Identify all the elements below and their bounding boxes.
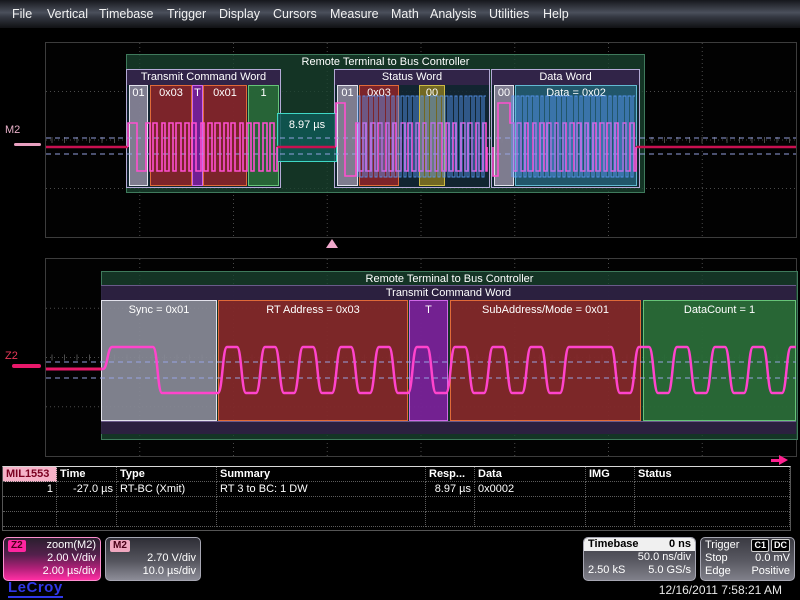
datetime-stamp: 12/16/2011 7:58:21 AM xyxy=(659,583,782,597)
decode-word-title-band: Transmit Command Word xyxy=(101,285,796,301)
upper-waveform-grid: Remote Terminal to Bus Controller Transm… xyxy=(45,42,797,238)
col-summary: Summary xyxy=(217,467,426,482)
decode-region-title: Remote Terminal to Bus Controller xyxy=(127,55,644,69)
menu-math[interactable]: Math xyxy=(391,7,419,21)
field-rt-address: 0x03 xyxy=(150,85,192,186)
timebase-samples: 2.50 kS xyxy=(588,564,625,577)
table-cell-time[interactable]: -27.0 µs xyxy=(57,482,117,497)
decode-word-data: Data Word 00 Data = 0x02 xyxy=(491,69,640,188)
decode-word-bottom-band xyxy=(101,421,796,434)
field-rt-address: 0x03 xyxy=(359,85,399,186)
menu-cursors[interactable]: Cursors xyxy=(273,7,317,21)
menu-measure[interactable]: Measure xyxy=(330,7,379,21)
field-datacount: DataCount = 1 xyxy=(643,300,796,421)
menu-analysis[interactable]: Analysis xyxy=(430,7,477,21)
field-subaddress: SubAddress/Mode = 0x01 xyxy=(450,300,641,421)
word-title: Data Word xyxy=(492,70,639,85)
trigger-mode: Stop xyxy=(705,552,728,565)
menu-vertical[interactable]: Vertical xyxy=(47,7,88,21)
timebase-tdiv: 50.0 ns/div xyxy=(588,551,691,564)
z2-source-label: zoom(M2) xyxy=(26,539,96,552)
trigger-slope: Positive xyxy=(751,565,790,578)
timebase-title: Timebase xyxy=(588,538,639,551)
field-datacount: 1 xyxy=(248,85,279,186)
menu-trigger[interactable]: Trigger xyxy=(167,7,206,21)
table-empty-cell xyxy=(3,497,57,512)
field-data-value: Data = 0x02 xyxy=(515,85,637,186)
oscilloscope-screen: File Vertical Timebase Trigger Display C… xyxy=(0,0,800,600)
table-cell-status[interactable] xyxy=(635,482,790,497)
m2-vdiv: 2.70 V/div xyxy=(110,552,196,565)
z2-tag: Z2 xyxy=(8,540,26,552)
col-status: Status xyxy=(635,467,790,482)
field-tr-bit: T xyxy=(409,300,448,421)
m2-descriptor-box[interactable]: M2 2.70 V/div 10.0 µs/div xyxy=(105,537,201,581)
trigger-type: Edge xyxy=(705,565,731,578)
menu-help[interactable]: Help xyxy=(543,7,569,21)
field-sync: 00 xyxy=(494,85,514,186)
z2-descriptor-box[interactable]: Z2 zoom(M2) 2.00 V/div 2.00 µs/div xyxy=(3,537,101,581)
field-tr-bit: T xyxy=(192,85,203,186)
field-subaddress: 0x01 xyxy=(203,85,247,186)
field-sync: Sync = 0x01 xyxy=(101,300,217,421)
table-scroll-arrow-tip-icon[interactable] xyxy=(779,455,788,465)
table-cell-summary[interactable]: RT 3 to BC: 1 DW xyxy=(217,482,426,497)
m2-trace-indicator-icon[interactable] xyxy=(14,143,41,146)
word-title: Transmit Command Word xyxy=(127,70,280,85)
trigger-descriptor-box[interactable]: Trigger C1DC Stop 0.0 mV Edge Positive xyxy=(700,537,795,581)
field-status-flags: 00 xyxy=(419,85,445,186)
timebase-rate: 5.0 GS/s xyxy=(648,564,691,577)
table-cell-img[interactable] xyxy=(586,482,635,497)
table-empty-cell xyxy=(3,512,57,527)
table-row-index[interactable]: 1 xyxy=(3,482,57,497)
menu-file[interactable]: File xyxy=(12,7,32,21)
lecroy-logo: LeCroy xyxy=(8,580,63,598)
decode-table-tab[interactable]: MIL1553 xyxy=(3,467,57,482)
channel-label-z2: Z2 xyxy=(5,350,18,362)
m2-tag: M2 xyxy=(110,540,130,552)
col-resp: Resp... xyxy=(426,467,475,482)
trigger-source-badge: C1 xyxy=(751,539,769,552)
col-data: Data xyxy=(475,467,586,482)
trigger-title: Trigger xyxy=(705,539,739,552)
col-type: Type xyxy=(117,467,217,482)
col-time: Time xyxy=(57,467,117,482)
field-rt-address: RT Address = 0x03 xyxy=(218,300,408,421)
word-title: Status Word xyxy=(335,70,489,85)
z2-trace-indicator-icon[interactable] xyxy=(12,364,41,368)
menu-utilities[interactable]: Utilities xyxy=(489,7,529,21)
z2-tdiv: 2.00 µs/div xyxy=(8,565,96,578)
decode-region-title: Remote Terminal to Bus Controller xyxy=(102,272,797,286)
col-img: IMG xyxy=(586,467,635,482)
timebase-descriptor-box[interactable]: Timebase 0 ns 50.0 ns/div 2.50 kS 5.0 GS… xyxy=(583,537,696,581)
menu-timebase[interactable]: Timebase xyxy=(99,7,153,21)
m2-tdiv: 10.0 µs/div xyxy=(110,565,196,578)
table-scroll-arrow-icon[interactable] xyxy=(771,459,779,462)
menu-display[interactable]: Display xyxy=(219,7,260,21)
table-cell-type[interactable]: RT-BC (Xmit) xyxy=(117,482,217,497)
trigger-level: 0.0 mV xyxy=(755,552,790,565)
field-sync: 01 xyxy=(129,85,148,186)
decode-table: MIL1553 Time Type Summary Resp... Data I… xyxy=(2,466,791,531)
trigger-position-marker-icon[interactable] xyxy=(326,239,338,248)
lower-waveform-grid: Remote Terminal to Bus Controller Transm… xyxy=(45,258,797,457)
table-cell-data[interactable]: 0x0002 xyxy=(475,482,586,497)
trigger-coupling-badge: DC xyxy=(771,539,790,552)
z2-vdiv: 2.00 V/div xyxy=(8,552,96,565)
decode-word-status: Status Word 01 0x03 00 xyxy=(334,69,490,188)
field-sync: 01 xyxy=(337,85,358,186)
channel-label-m2: M2 xyxy=(5,124,20,136)
decode-word-transmit-command: Transmit Command Word 01 0x03 T 0x01 1 xyxy=(126,69,281,188)
table-cell-resp[interactable]: 8.97 µs xyxy=(426,482,475,497)
response-time-annotation: 8.97 µs xyxy=(277,113,337,162)
timebase-offset: 0 ns xyxy=(669,538,691,551)
menu-bar: File Vertical Timebase Trigger Display C… xyxy=(0,0,800,29)
